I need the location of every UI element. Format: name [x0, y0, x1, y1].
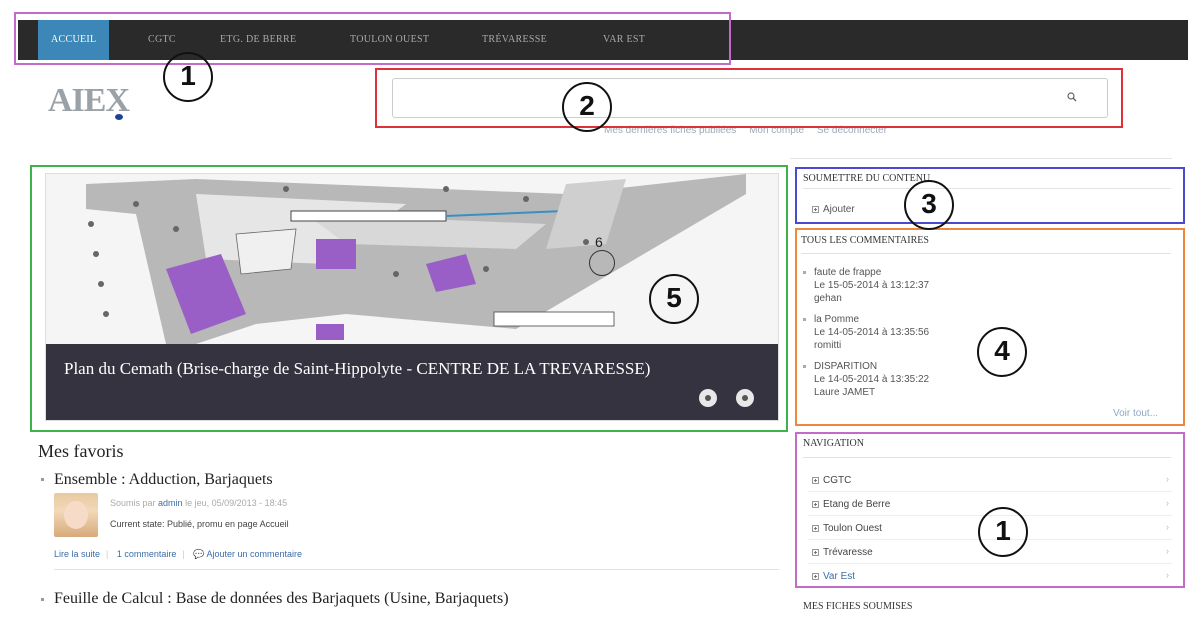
annotation-label-5: 5	[649, 274, 699, 324]
comments-link[interactable]: 1 commentaire	[117, 549, 177, 559]
favorite-title[interactable]: Ensemble : Adduction, Barjaquets	[54, 471, 273, 489]
annotation-box-topnav	[14, 12, 731, 65]
annotation-label-2: 2	[562, 82, 612, 132]
entry-state: Current state: Publié, promu en page Acc…	[110, 519, 289, 529]
entry-divider	[54, 569, 779, 570]
avatar	[54, 493, 98, 537]
annotation-box-search	[375, 68, 1123, 128]
logo-dot	[115, 114, 123, 120]
entry-links: Lire la suite | 1 commentaire | 💬 Ajouter …	[54, 549, 303, 559]
favorite-title[interactable]: Feuille de Calcul : Base de données des …	[54, 590, 509, 608]
annotation-label-1b: 1	[978, 507, 1028, 557]
my-sheets-block-title: MES FICHES SOUMISES	[803, 601, 913, 612]
comment-icon: 💬	[193, 549, 205, 559]
author-link[interactable]: admin	[158, 498, 183, 508]
annotation-label-3: 3	[904, 180, 954, 230]
annotation-box-comments	[795, 228, 1185, 426]
annotation-box-submit	[795, 167, 1185, 224]
bullet	[41, 598, 44, 601]
favorites-title: Mes favoris	[38, 441, 124, 461]
read-more-link[interactable]: Lire la suite	[54, 549, 100, 559]
header-divider	[790, 158, 1172, 159]
entry-meta: Soumis par admin le jeu, 05/09/2013 - 18…	[110, 498, 288, 508]
bullet	[41, 478, 44, 481]
add-comment-link[interactable]: Ajouter un commentaire	[207, 549, 303, 559]
annotation-label-1: 1	[163, 52, 213, 102]
annotation-label-4: 4	[977, 327, 1027, 377]
